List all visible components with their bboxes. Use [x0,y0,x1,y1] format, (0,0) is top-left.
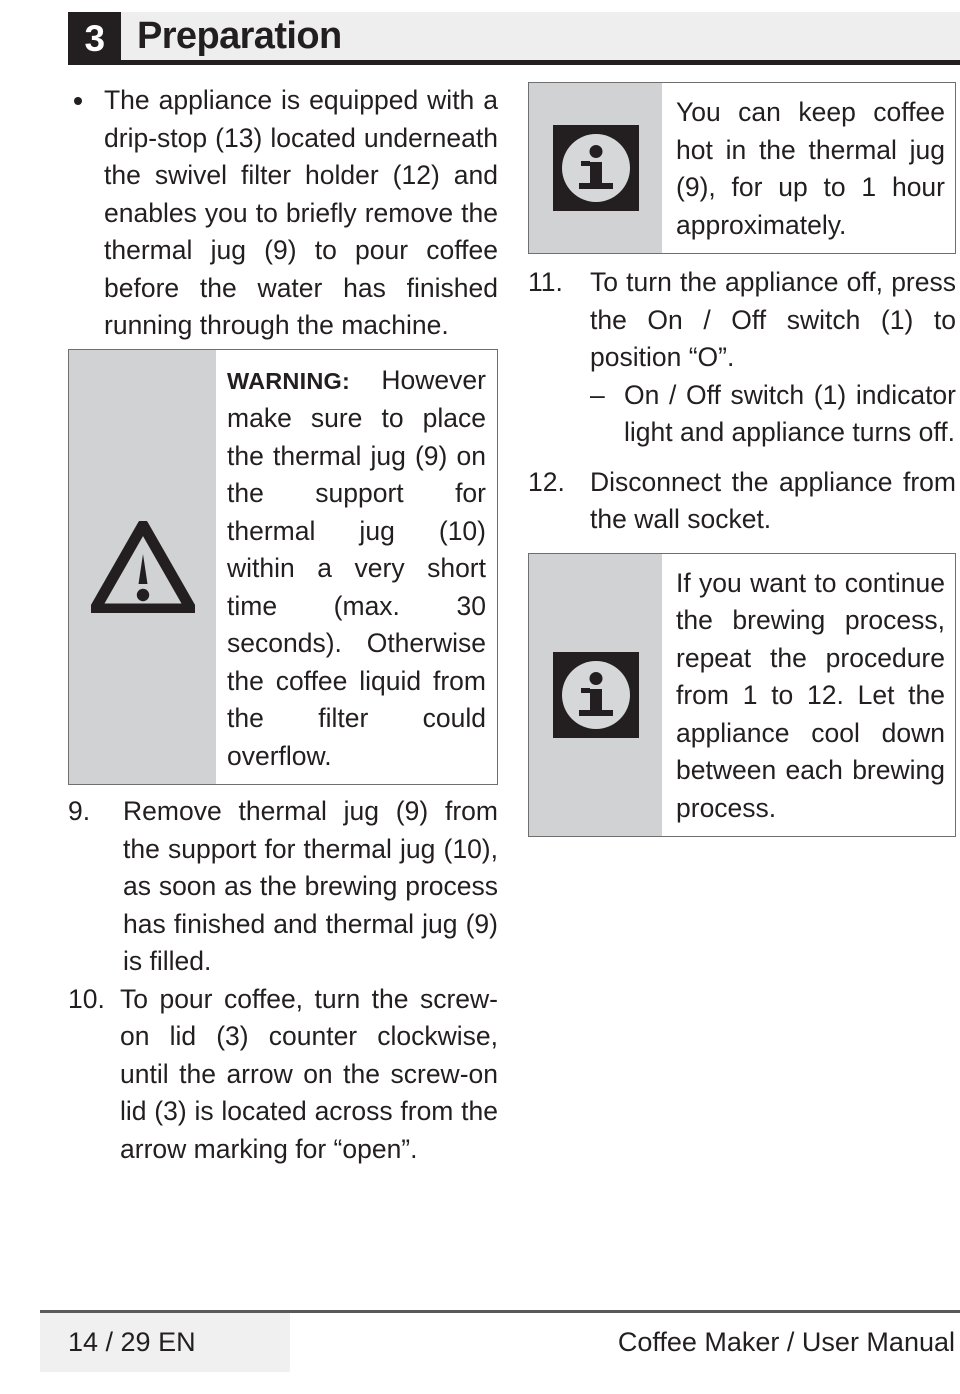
info-text-cell-top: You can keep coffee hot in the thermal j… [662,83,955,253]
chapter-number-badge: 3 [68,12,121,65]
info-notice-box-bottom: If you want to continue the brewing proc… [528,552,956,837]
info-text-bottom: If you want to continue the brewing proc… [676,567,945,823]
info-icon-stem [578,161,613,189]
info-icon-circle [561,660,630,729]
warning-triangle-icon [90,520,195,613]
right-column: You can keep coffee hot in the thermal j… [528,82,956,837]
page-title: Preparation [137,15,342,57]
footer-page-number: 14 / 29 EN [68,1327,196,1357]
step-number-12: 12. [528,466,565,497]
bullet-dot-icon [74,97,82,105]
step-number-10: 10. [68,983,105,1014]
header-divider [68,60,960,65]
step-item-9: 9. Remove thermal jug (9) from the suppo… [68,793,498,981]
warning-notice-box: WARNING: However make sure to place the … [68,348,498,785]
warning-label: WARNING: [227,367,351,394]
step-number-9: 9. [68,796,91,826]
step-item-11: 11. To turn the appliance off, press the… [528,264,956,452]
info-icon-dot [589,145,602,158]
info-icon-circle [561,134,630,202]
info-icon-cell-top [529,83,662,253]
info-icon [552,651,639,738]
step-item-10: 10. To pour coffee, turn the screw-on li… [68,981,498,1169]
step-text-12: Disconnect the appliance from the wall s… [590,466,956,535]
page-footer: 14 / 29 EN Coffee Maker / User Manual [0,1310,960,1372]
bullet-list-item: The appliance is equipped with a drip-st… [68,82,498,345]
left-column: The appliance is equipped with a drip-st… [68,82,498,1168]
info-icon [552,125,639,211]
info-notice-box-top: You can keep coffee hot in the thermal j… [528,82,956,254]
step-text-11: To turn the appliance off, press the On … [590,267,956,372]
info-text-cell-bottom: If you want to continue the brewing proc… [662,553,955,836]
page-header: 3 Preparation [0,12,960,65]
step-text-10: To pour coffee, turn the screw-on lid (3… [120,983,498,1164]
warning-paragraph: WARNING: However make sure to place the … [227,362,486,776]
bullet-text: The appliance is equipped with a drip-st… [104,85,498,340]
info-icon-cell-bottom [529,553,662,836]
subitem-dash-marker: – [590,379,605,410]
info-icon-dot [589,671,602,685]
warning-text-cell: WARNING: However make sure to place the … [216,349,497,784]
warning-icon-cell [69,349,216,784]
warning-text: However make sure to place the thermal j… [227,364,486,771]
step-text-9: Remove thermal jug (9) from the support … [123,796,498,976]
step-11-subitem: – On / Off switch (1) indicator light an… [590,377,956,452]
step-number-11: 11. [528,267,563,297]
step-item-12: 12. Disconnect the appliance from the wa… [528,464,956,539]
info-icon-stem [578,687,613,716]
step-11-subitem-text: On / Off switch (1) indicator light and … [624,379,956,448]
info-text-top: You can keep coffee hot in the thermal j… [676,97,945,240]
footer-manual-title: Coffee Maker / User Manual [617,1327,955,1357]
